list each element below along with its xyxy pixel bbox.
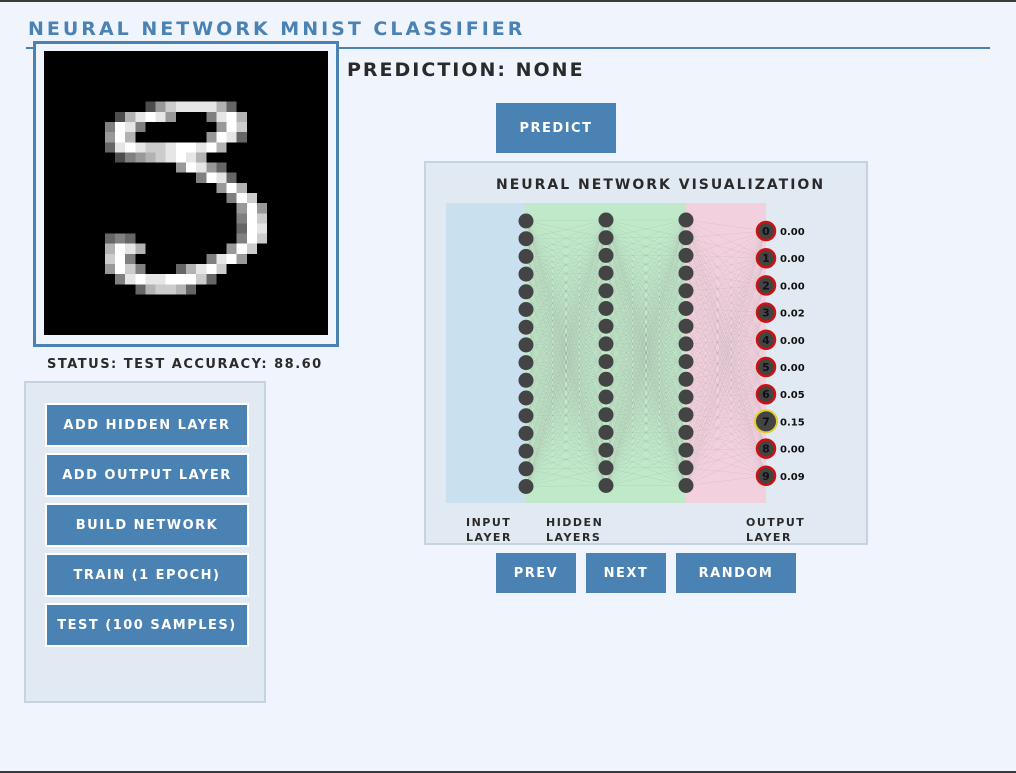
network-node (678, 265, 694, 281)
output-layer-label: OUTPUT LAYER (746, 516, 806, 544)
network-node (598, 265, 614, 281)
output-node-1: 1 0.00 (755, 247, 805, 269)
network-node (678, 212, 694, 228)
add-output-layer-button[interactable]: ADD OUTPUT LAYER (45, 453, 249, 497)
output-probability: 0.00 (780, 336, 805, 347)
network-node (678, 424, 694, 440)
network-node (518, 355, 534, 371)
network-node (518, 408, 534, 424)
network-node (598, 230, 614, 246)
test-button[interactable]: TEST (100 SAMPLES) (45, 603, 249, 647)
network-node (678, 230, 694, 246)
network-node (518, 479, 534, 494)
output-digit-label: 0 (762, 225, 770, 238)
network-node (598, 424, 614, 440)
network-node (598, 336, 614, 352)
input-layer-band (446, 203, 526, 503)
network-node (598, 478, 614, 493)
add-hidden-layer-button[interactable]: ADD HIDDEN LAYER (45, 403, 249, 447)
network-node (598, 354, 614, 370)
output-probability: 0.00 (780, 227, 805, 238)
network-node (598, 247, 614, 263)
output-node-6: 6 0.05 (755, 383, 805, 405)
output-probability: 0.02 (780, 309, 805, 320)
output-probability: 0.09 (780, 472, 805, 483)
network-node (678, 354, 694, 370)
network-node (598, 283, 614, 299)
output-node-9: 9 0.09 (755, 465, 805, 487)
output-node-7: 7 0.15 (754, 409, 805, 434)
output-probability: 0.00 (780, 445, 805, 456)
output-digit-label: 8 (762, 443, 770, 456)
output-probability: 0.05 (780, 390, 805, 401)
network-node (598, 318, 614, 334)
network-diagram: 0 0.001 0.002 0.003 0.024 0.005 0.006 0.057 0.15… (446, 203, 805, 503)
visualization-title: NEURAL NETWORK VISUALIZATION (496, 177, 826, 193)
status-label: STATUS: TEST ACCURACY: 88.60 (47, 357, 323, 372)
network-node (598, 389, 614, 405)
app-title: NEURAL NETWORK MNIST CLASSIFIER (28, 18, 526, 40)
network-node (518, 425, 534, 441)
input-layer-label: INPUT LAYER (466, 516, 512, 544)
network-node (598, 301, 614, 316)
output-digit-label: 9 (762, 470, 770, 483)
network-node (518, 390, 534, 406)
output-node-3: 3 0.02 (755, 302, 805, 323)
network-node (678, 283, 694, 299)
network-node (678, 301, 694, 316)
digit-image (44, 51, 328, 335)
network-node (518, 231, 534, 247)
network-node (678, 247, 694, 263)
network-node (518, 319, 534, 335)
output-probability: 0.15 (780, 417, 805, 428)
output-digit-label: 7 (762, 415, 770, 428)
predict-button[interactable]: PREDICT (496, 103, 616, 153)
output-node-2: 2 0.00 (755, 275, 805, 296)
output-node-8: 8 0.00 (755, 438, 805, 459)
network-node (678, 371, 694, 387)
build-network-button[interactable]: BUILD NETWORK (45, 503, 249, 547)
output-digit-label: 3 (762, 307, 770, 320)
output-digit-label: 1 (762, 252, 770, 265)
network-node (518, 213, 534, 229)
random-button[interactable]: RANDOM (676, 553, 796, 593)
output-probability: 0.00 (780, 281, 805, 292)
network-node (598, 442, 614, 458)
prediction-label: PREDICTION: NONE (347, 59, 585, 81)
network-node (518, 302, 534, 317)
network-node (678, 460, 694, 476)
hidden-layers-label: HIDDEN LAYERS (546, 516, 604, 544)
network-node (678, 442, 694, 458)
network-node (518, 337, 534, 353)
network-node (678, 389, 694, 405)
output-probability: 0.00 (780, 254, 805, 265)
output-digit-label: 4 (762, 334, 770, 347)
network-node (518, 284, 534, 300)
network-node (678, 407, 694, 423)
output-digit-label: 6 (762, 388, 770, 401)
network-node (518, 443, 534, 459)
network-node (598, 212, 614, 228)
network-node (518, 248, 534, 264)
output-probability: 0.00 (780, 363, 805, 374)
network-node (518, 372, 534, 388)
network-node (678, 318, 694, 334)
network-node (678, 478, 694, 493)
prev-button[interactable]: PREV (496, 553, 576, 593)
output-digit-label: 5 (762, 361, 770, 374)
output-node-4: 4 0.00 (755, 329, 805, 351)
control-panel: ADD HIDDEN LAYER ADD OUTPUT LAYER BUILD … (24, 381, 266, 703)
network-node (678, 336, 694, 352)
output-node-0: 0 0.00 (755, 220, 805, 242)
network-node (518, 266, 534, 282)
next-button[interactable]: NEXT (586, 553, 666, 593)
network-node (518, 461, 534, 477)
network-node (598, 407, 614, 423)
output-digit-label: 2 (762, 279, 770, 292)
train-button[interactable]: TRAIN (1 EPOCH) (45, 553, 249, 597)
output-node-5: 5 0.00 (755, 356, 805, 378)
network-node (598, 371, 614, 387)
network-node (598, 460, 614, 476)
